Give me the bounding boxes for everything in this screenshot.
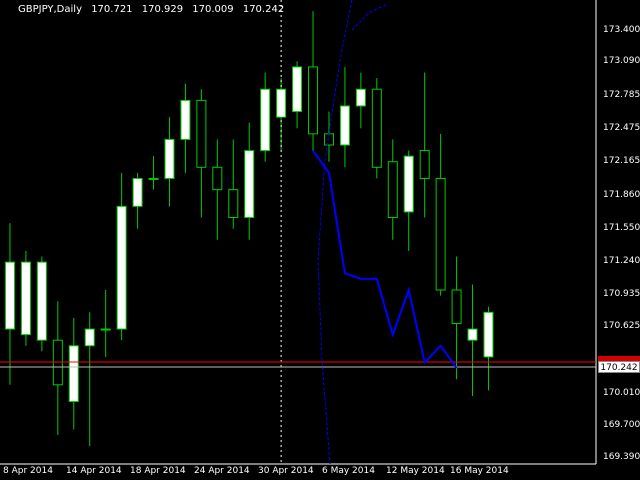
candle[interactable] (20, 250, 31, 346)
candle-body (196, 99, 207, 168)
price-tick: 170.935 (603, 289, 640, 299)
price-tick: 172.475 (603, 123, 640, 133)
forecast-envelope-line (317, 0, 353, 465)
candle-body (451, 289, 462, 324)
candle-body (483, 311, 494, 358)
candle[interactable] (4, 223, 15, 385)
price-tick: 173.400 (603, 25, 640, 35)
candle[interactable] (419, 72, 430, 218)
candle[interactable] (451, 256, 462, 380)
candle[interactable] (212, 139, 223, 240)
bid-price-label: 170.242 (598, 361, 640, 373)
candle[interactable] (276, 78, 287, 151)
price-tick: 171.550 (603, 223, 640, 233)
symbol-info: GBPJPY,Daily 170.721 170.929 170.009 170… (18, 4, 290, 15)
date-tick: 14 Apr 2014 (66, 466, 122, 476)
candle-body (132, 177, 143, 207)
candle-body (260, 88, 271, 152)
candle-body (116, 205, 127, 330)
low-value: 170.009 (192, 4, 234, 15)
price-tick: 170.010 (603, 388, 640, 398)
price-tick: 172.165 (603, 156, 640, 166)
date-tick: 16 May 2014 (450, 466, 509, 476)
candle-body (308, 66, 319, 135)
candle[interactable] (371, 78, 382, 179)
candle[interactable] (164, 117, 175, 207)
candle-body (339, 105, 350, 146)
candle[interactable] (116, 172, 127, 341)
date-tick: 8 Apr 2014 (3, 466, 53, 476)
price-tick: 173.090 (603, 56, 640, 66)
forecast-envelope-line (351, 3, 389, 31)
candle-body (84, 328, 95, 347)
date-tick: 18 Apr 2014 (130, 466, 186, 476)
candle[interactable] (308, 11, 319, 151)
candle[interactable] (339, 66, 350, 168)
candle-body (403, 155, 414, 213)
price-plot[interactable] (0, 0, 640, 480)
price-tick: 171.860 (603, 190, 640, 200)
candle[interactable] (355, 72, 366, 129)
candle-body (164, 138, 175, 179)
candle-body (100, 328, 111, 331)
close-value: 170.242 (242, 4, 285, 15)
candle[interactable] (244, 122, 255, 240)
candle-body (212, 166, 223, 191)
candle[interactable] (228, 139, 239, 229)
high-value: 170.929 (141, 4, 184, 15)
price-tick: 170.625 (603, 321, 640, 331)
candle[interactable] (52, 301, 63, 435)
symbol-label: GBPJPY,Daily (18, 4, 82, 15)
candle-body (244, 150, 255, 218)
candle[interactable] (148, 156, 159, 190)
price-tick: 171.240 (603, 256, 640, 266)
candle-body (20, 261, 31, 336)
candle[interactable] (84, 312, 95, 447)
candles-layer (4, 11, 494, 447)
candle[interactable] (68, 317, 79, 430)
candle-body (419, 150, 430, 179)
candle-body (36, 261, 47, 341)
date-tick: 24 Apr 2014 (194, 466, 250, 476)
candle[interactable] (196, 89, 207, 218)
candle[interactable] (36, 256, 47, 352)
candle[interactable] (387, 139, 398, 240)
forecast-line (312, 149, 458, 369)
chart-window[interactable]: GBPJPY,Daily 170.721 170.929 170.009 170… (0, 0, 640, 480)
price-tick: 169.390 (603, 452, 640, 462)
candle-body (4, 261, 15, 330)
candle[interactable] (467, 284, 478, 396)
candle-body (228, 189, 239, 219)
candle-body (387, 161, 398, 219)
candle-body (435, 177, 446, 291)
candle-body (68, 345, 79, 403)
candle[interactable] (435, 133, 446, 296)
candle-body (467, 328, 478, 341)
candle-body (292, 66, 303, 113)
price-tick: 169.700 (603, 420, 640, 430)
candle-body (355, 88, 366, 107)
price-tick: 172.785 (603, 90, 640, 100)
candle-body (148, 177, 159, 180)
candle[interactable] (483, 306, 494, 391)
date-tick: 30 Apr 2014 (258, 466, 314, 476)
candle-body (276, 88, 287, 118)
date-tick: 6 May 2014 (322, 466, 375, 476)
candle-body (371, 88, 382, 168)
open-value: 170.721 (91, 4, 133, 15)
candle[interactable] (180, 83, 191, 173)
candle[interactable] (260, 72, 271, 162)
candle[interactable] (292, 61, 303, 129)
date-tick: 12 May 2014 (386, 466, 445, 476)
candle[interactable] (132, 172, 143, 229)
candle-body (180, 99, 191, 140)
candle[interactable] (403, 150, 414, 251)
candle[interactable] (100, 290, 111, 357)
